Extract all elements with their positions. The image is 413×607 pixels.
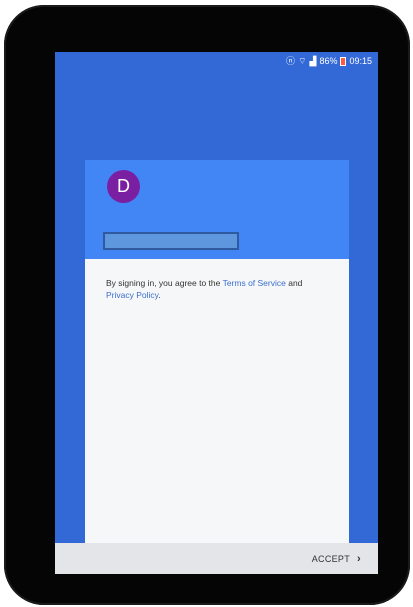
bottom-bar: ACCEPT ›	[55, 543, 378, 574]
accept-label: ACCEPT	[311, 553, 351, 564]
terms-of-service-link[interactable]: Terms of Service	[223, 278, 286, 288]
terms-text: By signing in, you agree to the Terms of…	[106, 277, 331, 301]
accept-button[interactable]: ACCEPT ›	[312, 543, 361, 574]
account-name-redacted	[103, 232, 239, 250]
mute-icon: ⓝ	[286, 55, 296, 66]
signal-icon: ▟	[309, 55, 317, 66]
terms-prefix: By signing in, you agree to the	[106, 278, 223, 288]
privacy-policy-link[interactable]: Privacy Policy	[106, 290, 158, 300]
avatar: D	[107, 170, 140, 203]
status-bar: ⓝ ⌔ ▟ 86% 09:15	[55, 52, 378, 70]
terms-middle: and	[285, 278, 303, 288]
status-time: 09:15	[349, 56, 372, 66]
chevron-right-icon: ›	[357, 552, 361, 565]
battery-icon	[340, 56, 347, 66]
battery-percent: 86%	[319, 56, 338, 66]
tablet-frame: ⓝ ⌔ ▟ 86% 09:15 D By signing in, you agr…	[4, 5, 410, 605]
terms-suffix: .	[158, 290, 161, 300]
screen: ⓝ ⌔ ▟ 86% 09:15 D By signing in, you agr…	[55, 52, 378, 574]
wifi-icon: ⌔	[298, 55, 307, 66]
account-header: D	[85, 160, 349, 259]
terms-card: By signing in, you agree to the Terms of…	[85, 259, 349, 543]
